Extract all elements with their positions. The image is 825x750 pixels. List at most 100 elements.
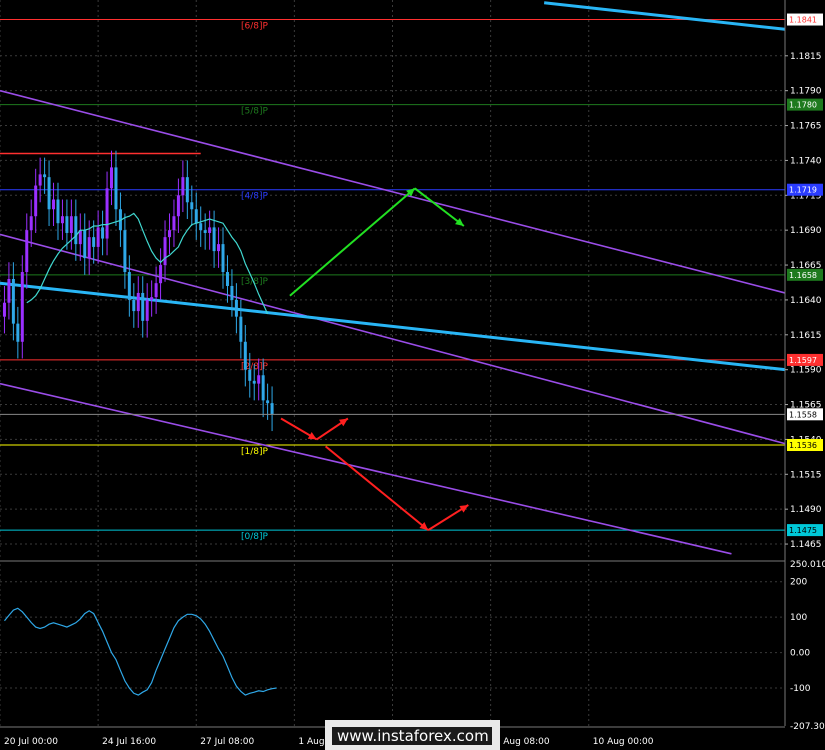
price-tag-label: 1.1536 (789, 441, 817, 450)
candle-body (92, 237, 96, 247)
candle-body (203, 230, 207, 233)
price-tick-label: 1.1490 (790, 505, 822, 515)
candle-body (29, 216, 33, 231)
candle-body (199, 223, 203, 231)
upper-trend-line (543, 1, 786, 31)
candle-body (47, 177, 51, 210)
candle-body (132, 299, 136, 312)
candle-body (25, 230, 29, 273)
osc-tick-label: -207.304 (790, 722, 825, 732)
candle-body (163, 237, 167, 266)
candle-body (239, 316, 243, 342)
price-tick-label: 1.1815 (790, 52, 822, 62)
falling-channel-bottom (0, 382, 732, 555)
candle-body (101, 227, 105, 239)
price-tick-label: 1.1465 (790, 540, 822, 550)
candle-body (221, 244, 225, 273)
candle-body (34, 185, 38, 217)
candle-body (83, 230, 87, 259)
candle-body (230, 285, 234, 300)
watermark-badge: www.instaforex.com (325, 720, 500, 750)
candle-body (176, 195, 180, 217)
price-tag-label: 1.1841 (789, 16, 817, 25)
candle-body (114, 167, 118, 210)
candle-body (87, 237, 91, 259)
osc-tick-label: 250.0106 (790, 560, 825, 570)
price-tick-label: 1.1590 (790, 366, 822, 376)
murrey-label: [5/8]P (241, 107, 269, 117)
candle-body (172, 216, 176, 231)
candle-body (123, 230, 127, 273)
price-tick-label: 1.1515 (790, 470, 822, 480)
green-up-arrow (289, 187, 416, 297)
candle-body (20, 272, 24, 342)
candle-body (11, 279, 15, 324)
osc-tick-label: -100 (790, 684, 811, 694)
cci-line (4, 607, 277, 696)
watermark-text: www.instaforex.com (337, 727, 489, 745)
osc-tick-label: 100 (790, 613, 807, 623)
candle-body (167, 230, 171, 238)
murrey-label: [1/8]P (241, 447, 269, 457)
price-tick-label: 1.1765 (790, 122, 822, 132)
red-down-arrow-2 (324, 445, 429, 531)
candle-body (190, 202, 194, 210)
green-down-arrow (414, 187, 465, 227)
price-tick-label: 1.1740 (790, 156, 822, 166)
murrey-label: [0/8]P (241, 532, 269, 542)
candle-body (52, 199, 56, 210)
candle-body (257, 375, 261, 384)
candle-body (243, 341, 247, 370)
price-tag-label: 1.1475 (789, 526, 817, 535)
candle-body (16, 323, 20, 342)
osc-tick-label: 200 (790, 578, 807, 588)
candle-body (43, 174, 47, 178)
candle-body (136, 292, 140, 312)
candle-body (194, 209, 198, 224)
candle-body (159, 265, 163, 284)
murrey-label: [4/8]P (241, 192, 269, 202)
candle-body (225, 272, 229, 286)
candle-body (270, 403, 274, 415)
candle-body (2, 302, 6, 317)
candle-body (38, 174, 42, 186)
candle-body (261, 375, 265, 401)
candle-body (208, 227, 212, 233)
candle-body (110, 167, 114, 189)
candle-body (56, 199, 60, 224)
candle-body (145, 299, 149, 321)
price-tag-label: 1.1780 (789, 101, 817, 110)
price-tag-label: 1.1597 (789, 356, 817, 365)
candle-body (248, 369, 252, 381)
candle-body (69, 216, 73, 233)
price-tag-label: 1.1719 (789, 186, 817, 195)
candle-body (105, 188, 109, 239)
grid-lines (0, 0, 785, 726)
candle-body (252, 380, 256, 384)
candle-body (7, 279, 11, 303)
time-tick-label: 20 Jul 00:00 (4, 737, 58, 747)
candle-body (65, 216, 69, 233)
price-tick-label: 1.1615 (790, 331, 822, 341)
trading-chart: [6/8]P[5/8]P[4/8]P[3/8]P[2/8]P[1/8]P[0/8… (0, 0, 825, 750)
time-tick-label: 27 Jul 08:00 (200, 737, 254, 747)
time-tick-label: 6 Aug 08:00 (495, 737, 550, 747)
candle-body (154, 283, 158, 298)
forecast-arrows (280, 187, 469, 531)
time-tick-label: 10 Aug 00:00 (593, 737, 654, 747)
price-tick-label: 1.1690 (790, 226, 822, 236)
candle-body (60, 216, 64, 224)
candle-body (185, 177, 189, 203)
candles (2, 150, 274, 432)
murrey-label: [6/8]P (241, 22, 269, 32)
candle-body (217, 244, 221, 252)
osc-tick-label: 0.00 (790, 649, 810, 659)
candle-body (141, 292, 145, 321)
candle-body (127, 272, 131, 300)
candle-body (74, 216, 78, 245)
oscillator-pane: 250.0106 200 100 0.00 -100 -207.304 (0, 560, 825, 732)
candle-body (266, 400, 270, 404)
current-price-label: 1.1558 (789, 410, 817, 419)
candle-body (212, 227, 216, 252)
price-tick-label: 1.1640 (790, 296, 822, 306)
